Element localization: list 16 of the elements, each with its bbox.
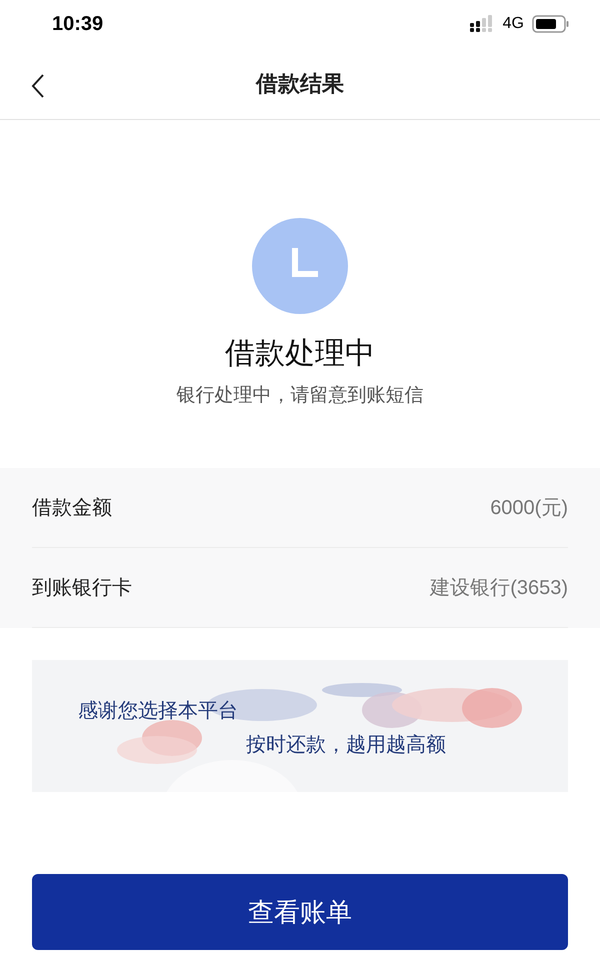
signal-icon (468, 15, 495, 33)
detail-label: 到账银行卡 (32, 576, 132, 600)
detail-value: 6000(元) (490, 496, 568, 520)
detail-label: 借款金额 (32, 496, 112, 520)
status-message: 银行处理中，请留意到账短信 (176, 384, 424, 408)
network-label: 4G (502, 14, 524, 34)
banner-slogan: 按时还款，越用越高额 (246, 733, 446, 758)
status-time: 10:39 (52, 12, 104, 37)
detail-value: 建设银行(3653) (430, 576, 568, 600)
clock-icon (252, 218, 348, 314)
back-icon (31, 73, 45, 99)
view-bill-button[interactable]: 查看账单 (32, 874, 568, 950)
status-title: 借款处理中 (225, 336, 375, 372)
banner-headline: 感谢您选择本平台 (78, 699, 238, 724)
page-title: 借款结果 (256, 70, 344, 98)
battery-icon (532, 15, 570, 33)
